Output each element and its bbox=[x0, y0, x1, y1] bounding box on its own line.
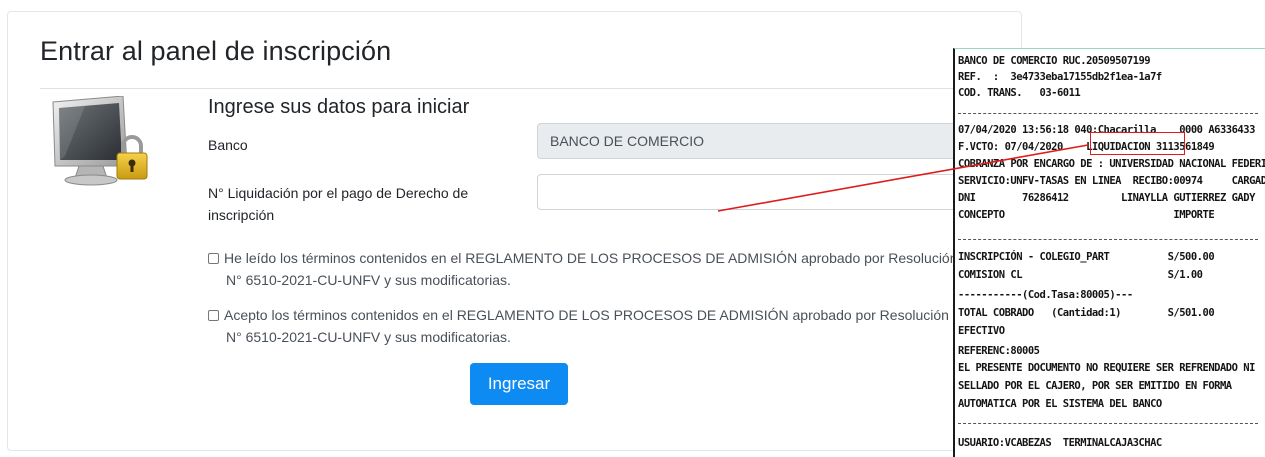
ingresar-button[interactable]: Ingresar bbox=[470, 363, 568, 405]
terms-read-row: He leído los términos contenidos en el R… bbox=[208, 247, 968, 291]
terms-accept-row: Acepto los términos contenidos en el REG… bbox=[208, 304, 968, 348]
receipt-line: COD. TRANS. 03-6011 bbox=[958, 87, 1081, 99]
receipt-line: USUARIO:VCABEZAS TERMINALCAJA3CHAC bbox=[958, 437, 1162, 449]
receipt-divider bbox=[958, 423, 1258, 424]
receipt-divider bbox=[958, 239, 1258, 240]
receipt-line: EL PRESENTE DOCUMENTO NO REQUIERE SER RE… bbox=[958, 362, 1255, 374]
form-heading: Ingrese sus datos para iniciar bbox=[208, 96, 470, 118]
receipt-line: TOTAL COBRADO (Cantidad:1) S/501.00 bbox=[958, 307, 1215, 319]
monitor-lock-icon bbox=[45, 95, 165, 191]
banco-label: Banco bbox=[208, 137, 248, 153]
page-title: Entrar al panel de inscripción bbox=[40, 36, 392, 66]
title-divider bbox=[40, 88, 1021, 89]
terms-read-text-1: He leído los términos contenidos en el R… bbox=[224, 250, 958, 266]
terms-read-text-2: N° 6510-2021-CU-UNFV y sus modificatoria… bbox=[226, 272, 511, 288]
liquidacion-input[interactable] bbox=[537, 174, 957, 210]
receipt-line: REFERENC:80005 bbox=[958, 345, 1040, 357]
terms-read-checkbox[interactable] bbox=[208, 253, 219, 264]
receipt-line: COMISION CL S/1.00 bbox=[958, 269, 1203, 281]
receipt-line: AUTOMATICA POR EL SISTEMA DEL BANCO bbox=[958, 398, 1162, 410]
receipt-line: INSCRIPCIÓN - COLEGIO_PART S/500.00 bbox=[958, 251, 1215, 263]
receipt-line: CONCEPTO IMPORTE bbox=[958, 209, 1215, 221]
receipt-line: COBRANZA POR ENCARGO DE : UNIVERSIDAD NA… bbox=[958, 158, 1265, 170]
terms-accept-checkbox[interactable] bbox=[208, 310, 219, 321]
receipt-line: -----------(Cod.Tasa:80005)--- bbox=[958, 289, 1133, 301]
receipt-line: DNI 76286412 LINAYLLA GUTIERREZ GADY bbox=[958, 192, 1255, 204]
banco-select[interactable]: BANCO DE COMERCIO bbox=[537, 123, 957, 159]
bank-receipt-image: BANCO DE COMERCIO RUC.20509507199 REF. :… bbox=[953, 48, 1265, 457]
receipt-line: REF. : 3e4733eba17155db2f1ea-1a7f bbox=[958, 71, 1162, 83]
receipt-line: EFECTIVO bbox=[958, 325, 1005, 337]
receipt-line: SELLADO POR EL CAJERO, POR SER EMITIDO E… bbox=[958, 380, 1232, 392]
terms-accept-text-2: N° 6510-2021-CU-UNFV y sus modificatoria… bbox=[226, 329, 511, 345]
receipt-line: SERVICIO:UNFV-TASAS EN LINEA RECIBO:0097… bbox=[958, 175, 1265, 187]
terms-accept-text-1: Acepto los términos contenidos en el REG… bbox=[224, 307, 949, 323]
receipt-line: BANCO DE COMERCIO RUC.20509507199 bbox=[958, 55, 1151, 67]
liquidacion-highlight-box bbox=[1090, 132, 1185, 155]
liquidacion-label: N° Liquidación por el pago de Derecho de… bbox=[208, 185, 469, 223]
receipt-divider bbox=[958, 113, 1258, 114]
